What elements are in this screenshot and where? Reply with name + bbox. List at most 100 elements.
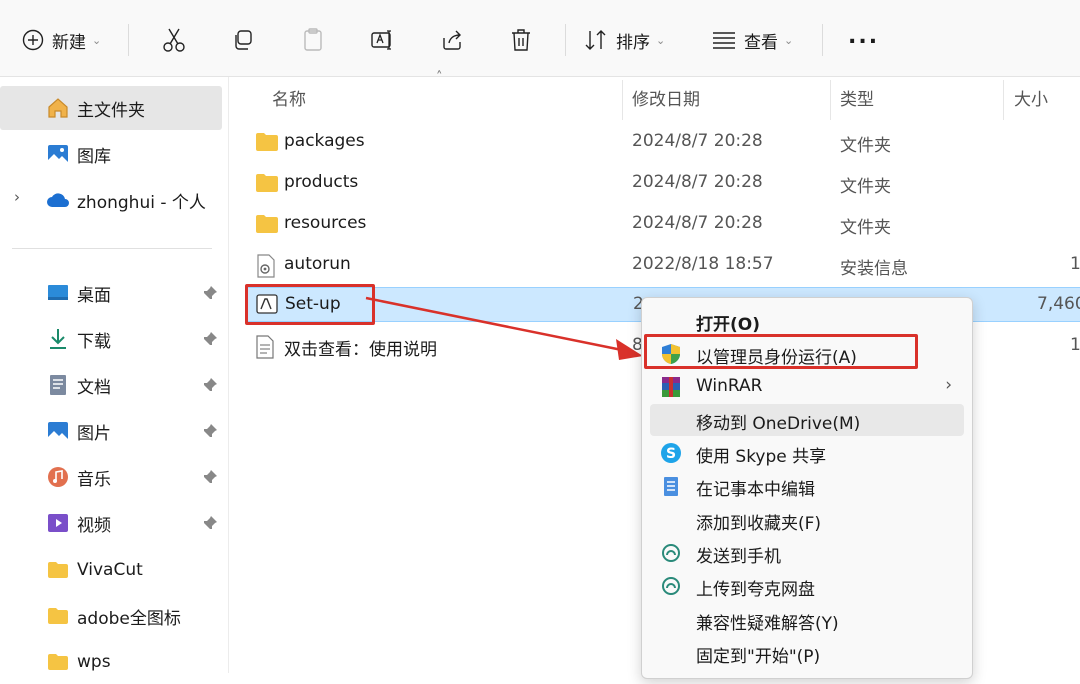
- quark-cloud-icon: [662, 544, 680, 562]
- menu-item-winrar[interactable]: WinRAR ›: [650, 371, 964, 403]
- menu-item-add-favorites[interactable]: 添加到收藏夹(F): [650, 504, 964, 536]
- column-divider[interactable]: [830, 80, 831, 120]
- menu-item-label: 移动到 OneDrive(M): [696, 414, 861, 434]
- file-name: packages: [284, 131, 365, 151]
- sidebar-item-label: 桌面: [77, 285, 111, 306]
- sidebar-item-label: 文档: [77, 377, 111, 398]
- file-type: 文件夹: [840, 177, 891, 197]
- sidebar-item-documents[interactable]: 文档: [0, 363, 222, 407]
- view-button[interactable]: 查看 ⌄: [712, 22, 793, 58]
- share-button[interactable]: [440, 22, 464, 58]
- paste-button[interactable]: [302, 22, 324, 58]
- chevron-down-icon: ⌄: [656, 33, 666, 47]
- sidebar-item-label: 音乐: [77, 469, 111, 490]
- music-icon: [48, 467, 68, 487]
- sidebar-item-pictures[interactable]: 图片: [0, 409, 222, 453]
- run-as-admin-highlight-box: [644, 334, 918, 369]
- settings-file-icon: [257, 254, 275, 278]
- toolbar-divider: [128, 24, 129, 56]
- folder-icon: [256, 174, 278, 192]
- more-options-button[interactable]: ...: [848, 18, 879, 54]
- pin-icon[interactable]: [202, 469, 218, 485]
- file-row[interactable]: autorun 2022/8/18 18:57 安装信息 1: [245, 247, 1080, 283]
- menu-item-open[interactable]: 打开(O): [650, 305, 964, 337]
- desktop-icon: [48, 285, 68, 300]
- file-row[interactable]: packages 2024/8/7 20:28 文件夹: [245, 124, 1080, 160]
- menu-item-pin-to-start[interactable]: 固定到"开始"(P): [650, 637, 964, 669]
- sidebar-item-label: 下载: [77, 331, 111, 352]
- menu-item-label: 在记事本中编辑: [696, 480, 815, 500]
- scissors-icon: [163, 28, 185, 52]
- sidebar-item-home[interactable]: 主文件夹: [0, 86, 222, 130]
- sidebar-item-onedrive[interactable]: › zhonghui - 个人: [0, 178, 222, 222]
- menu-item-move-to-onedrive[interactable]: 移动到 OneDrive(M): [650, 404, 964, 436]
- sidebar-item-downloads[interactable]: 下载: [0, 317, 222, 361]
- sidebar-item-desktop[interactable]: 桌面: [0, 271, 222, 315]
- home-icon: [48, 98, 68, 118]
- folder-icon: [48, 608, 68, 624]
- sidebar-item-label: 视频: [77, 515, 111, 536]
- menu-item-upload-quark[interactable]: 上传到夸克网盘: [650, 570, 964, 602]
- view-button-label: 查看: [744, 32, 778, 53]
- sidebar-item-wps[interactable]: wps: [0, 640, 222, 684]
- sidebar-item-label: VivaCut: [77, 560, 143, 580]
- sidebar-item-label: zhonghui - 个人: [77, 192, 206, 213]
- chevron-right-icon[interactable]: ›: [14, 188, 20, 206]
- notepad-icon: [664, 477, 678, 496]
- file-date: 2024/8/7 20:28: [632, 172, 763, 192]
- file-type: 安装信息: [840, 259, 908, 279]
- column-header-size[interactable]: 大小: [1014, 85, 1048, 110]
- menu-item-label: WinRAR: [696, 376, 763, 396]
- video-icon: [48, 514, 68, 532]
- sidebar-item-music[interactable]: 音乐: [0, 455, 222, 499]
- pin-icon[interactable]: [202, 515, 218, 531]
- menu-item-label: 固定到"开始"(P): [696, 647, 821, 667]
- sort-button-label: 排序: [616, 32, 650, 53]
- file-type: 文件夹: [840, 218, 891, 238]
- file-date: 2024/8/7 20:28: [632, 131, 763, 151]
- chevron-down-icon: ⌄: [92, 33, 102, 47]
- winrar-icon: [662, 377, 680, 397]
- file-row[interactable]: resources 2024/8/7 20:28 文件夹: [245, 206, 1080, 242]
- sidebar-item-label: adobe全图标: [77, 608, 181, 629]
- column-divider[interactable]: [1003, 80, 1004, 120]
- file-row[interactable]: products 2024/8/7 20:28 文件夹: [245, 165, 1080, 201]
- column-header-date[interactable]: 修改日期: [632, 85, 700, 110]
- file-type: 文件夹: [840, 136, 891, 156]
- new-button[interactable]: 新建 ⌄: [22, 22, 101, 58]
- text-file-icon: [256, 335, 274, 359]
- rename-button[interactable]: [370, 22, 394, 58]
- column-header-type[interactable]: 类型: [840, 85, 874, 110]
- delete-button[interactable]: [510, 22, 532, 58]
- menu-item-edit-notepad[interactable]: 在记事本中编辑: [650, 470, 964, 502]
- gallery-icon: [48, 145, 68, 163]
- menu-item-compatibility[interactable]: 兼容性疑难解答(Y): [650, 604, 964, 636]
- chevron-down-icon: ⌄: [784, 33, 794, 47]
- copy-button[interactable]: [232, 22, 254, 58]
- sidebar-item-videos[interactable]: 视频: [0, 501, 222, 545]
- sidebar-item-gallery[interactable]: 图库: [0, 132, 222, 176]
- menu-item-skype-share[interactable]: S 使用 Skype 共享: [650, 437, 964, 469]
- column-header-name[interactable]: 名称: [272, 85, 306, 110]
- sidebar-item-vivacut[interactable]: VivaCut: [0, 548, 222, 592]
- navigation-pane: 主文件夹 图库 › zhonghui - 个人 桌面 下载 文档 图片 音乐 视…: [0, 77, 229, 673]
- pin-icon[interactable]: [202, 285, 218, 301]
- sort-icon: [585, 30, 606, 50]
- pin-icon[interactable]: [202, 423, 218, 439]
- column-divider[interactable]: [622, 80, 623, 120]
- sidebar-item-adobe[interactable]: adobe全图标: [0, 594, 222, 638]
- setup-highlight-box: [245, 284, 375, 325]
- cut-button[interactable]: [162, 22, 186, 58]
- chevron-right-icon: ›: [945, 375, 952, 395]
- pin-icon[interactable]: [202, 377, 218, 393]
- sort-ascending-icon: ˄: [436, 70, 443, 85]
- pin-icon[interactable]: [202, 331, 218, 347]
- folder-icon: [48, 562, 68, 578]
- context-menu: 打开(O) 以管理员身份运行(A) WinRAR › 移动到 OneDrive(…: [641, 297, 973, 679]
- file-date: 2024/8/7 20:28: [632, 213, 763, 233]
- sort-button[interactable]: 排序 ⌄: [584, 22, 665, 58]
- command-bar: 新建 ⌄ 排序 ⌄ 查看 ⌄ ...: [0, 0, 1080, 77]
- menu-item-send-to-phone[interactable]: 发送到手机: [650, 537, 964, 569]
- sidebar-item-label: 图库: [77, 146, 111, 167]
- menu-item-label: 兼容性疑难解答(Y): [696, 614, 839, 634]
